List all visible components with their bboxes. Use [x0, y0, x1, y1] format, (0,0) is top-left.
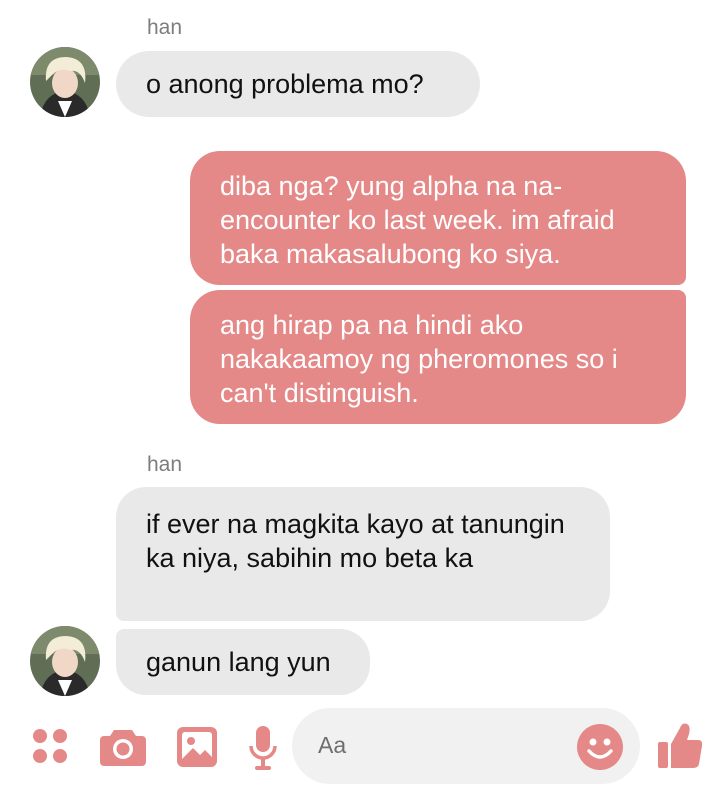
message-input-placeholder: Aa [318, 732, 347, 758]
message-bubble-incoming[interactable]: o anong problema mo? [116, 51, 480, 117]
image-icon[interactable] [176, 726, 218, 768]
message-text: if ever na magkita kayo at tanungin ka n… [146, 509, 565, 573]
message-text: ang hirap pa na hindi ako nakakaamoy ng … [220, 310, 618, 408]
message-bubble-incoming[interactable]: if ever na magkita kayo at tanungin ka n… [116, 487, 610, 621]
emoji-icon[interactable] [576, 723, 624, 771]
message-bubble-outgoing[interactable]: ang hirap pa na hindi ako nakakaamoy ng … [190, 290, 686, 424]
avatar[interactable] [30, 626, 100, 696]
message-text: o anong problema mo? [146, 69, 424, 99]
composer-bar: Aa [0, 708, 720, 790]
sender-name: han [147, 453, 183, 476]
microphone-icon[interactable] [248, 724, 278, 772]
message-text: diba nga? yung alpha na na-encounter ko … [220, 171, 615, 269]
message-bubble-outgoing[interactable]: diba nga? yung alpha na na-encounter ko … [190, 151, 686, 285]
camera-icon[interactable] [100, 728, 146, 766]
sender-name: han [147, 16, 183, 39]
like-thumb-icon[interactable] [656, 720, 704, 772]
message-bubble-incoming[interactable]: ganun lang yun [116, 629, 370, 695]
avatar[interactable] [30, 47, 100, 117]
message-text: ganun lang yun [146, 647, 331, 677]
more-dots-icon[interactable] [30, 726, 72, 768]
